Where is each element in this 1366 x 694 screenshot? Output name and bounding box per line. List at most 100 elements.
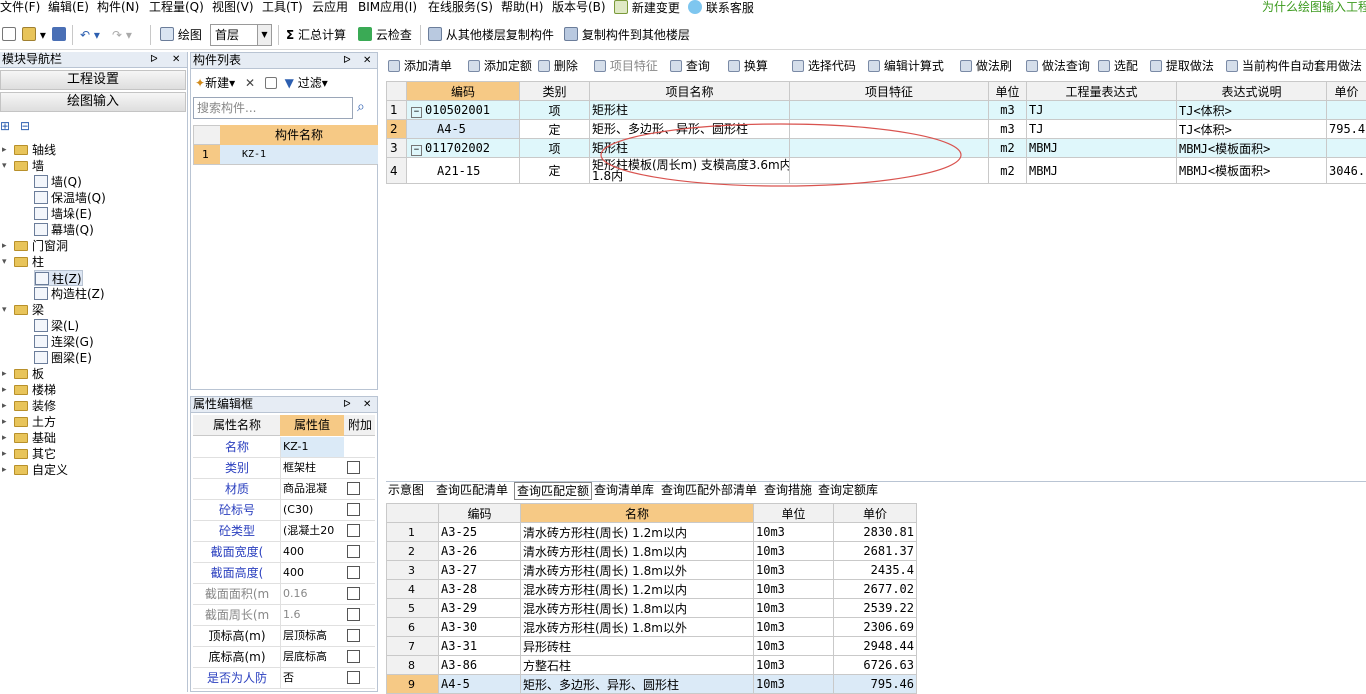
expand-toggle-icon[interactable]: ▾ bbox=[2, 302, 7, 318]
expression-cell[interactable]: TJ bbox=[1027, 120, 1177, 139]
property-extra-checkbox[interactable] bbox=[347, 482, 360, 495]
delete-icon[interactable]: ✕ bbox=[245, 76, 255, 90]
property-value[interactable]: KZ-1 bbox=[280, 437, 344, 457]
property-value[interactable]: 400 bbox=[280, 563, 344, 583]
menu-tools[interactable]: 工具(T) bbox=[262, 0, 303, 18]
menu-edit[interactable]: 编辑(E) bbox=[48, 0, 89, 18]
property-value[interactable]: 否 bbox=[280, 668, 344, 688]
property-row[interactable]: 截面周长(m1.6 bbox=[193, 605, 375, 626]
search-icon[interactable]: ⌕ bbox=[357, 99, 365, 115]
filter-button[interactable]: ▼ 过滤▾ bbox=[285, 76, 328, 90]
property-value[interactable]: 层顶标高 bbox=[280, 626, 344, 646]
code-cell[interactable]: A4-5 bbox=[407, 120, 520, 139]
cloud-check-button[interactable]: 云检查 bbox=[358, 24, 412, 46]
tree-item[interactable]: ▾柱 bbox=[14, 254, 44, 270]
quota-row[interactable]: 9A4-5矩形、多边形、异形、圆形柱10m3795.46 bbox=[387, 675, 917, 694]
menu-help[interactable]: 帮助(H) bbox=[501, 0, 543, 18]
tree-item[interactable]: ▸其它 bbox=[14, 446, 56, 462]
extract-method-button[interactable]: 提取做法 bbox=[1150, 55, 1214, 77]
new-component-button[interactable]: ✦新建▾ bbox=[195, 76, 235, 90]
menu-view[interactable]: 视图(V) bbox=[212, 0, 254, 18]
convert-button[interactable]: 换算 bbox=[728, 55, 768, 77]
auto-apply-button[interactable]: 当前构件自动套用做法 bbox=[1226, 55, 1362, 77]
quota-row[interactable]: 2A3-26清水砖方形柱(周长) 1.8m以内10m32681.37 bbox=[387, 542, 917, 561]
menu-version[interactable]: 版本号(B) bbox=[552, 0, 606, 18]
collapse-all-icon[interactable]: ⊟ bbox=[20, 119, 30, 133]
copy-icon[interactable] bbox=[265, 76, 277, 90]
type-cell[interactable]: 项 bbox=[520, 139, 590, 158]
property-value[interactable]: 商品混凝 bbox=[280, 479, 344, 499]
tree-item[interactable]: ▸装修 bbox=[14, 398, 56, 414]
tree-item[interactable]: 柱(Z) bbox=[34, 270, 83, 286]
property-extra-checkbox[interactable] bbox=[347, 524, 360, 537]
property-extra-checkbox[interactable] bbox=[347, 650, 360, 663]
query-button[interactable]: 查询 bbox=[670, 55, 710, 77]
tab-2[interactable]: 查询匹配定额 bbox=[514, 482, 592, 500]
property-row[interactable]: 类别框架柱 bbox=[193, 458, 375, 479]
property-row[interactable]: 是否为人防否 bbox=[193, 668, 375, 689]
type-cell[interactable]: 项 bbox=[520, 101, 590, 120]
menu-bim[interactable]: BIM应用(I) bbox=[358, 0, 417, 18]
property-value[interactable]: 1.6 bbox=[280, 605, 344, 625]
code-cell[interactable]: A21-15 bbox=[407, 158, 520, 184]
expand-toggle-icon[interactable]: ▸ bbox=[2, 462, 7, 478]
property-row[interactable]: 截面高度(400 bbox=[193, 563, 375, 584]
select-code-button[interactable]: 选择代码 bbox=[792, 55, 856, 77]
expand-toggle-icon[interactable]: ▾ bbox=[2, 158, 7, 174]
method-query-button[interactable]: 做法查询 bbox=[1026, 55, 1090, 77]
tree-item[interactable]: ▾梁 bbox=[14, 302, 44, 318]
tree-item[interactable]: 墙垛(E) bbox=[34, 206, 92, 222]
bill-row[interactable]: 1−010502001项矩形柱m3TJTJ<体积> bbox=[387, 101, 1366, 120]
tab-6[interactable]: 查询定额库 bbox=[818, 482, 878, 500]
sum-calc-button[interactable]: Σ 汇总计算 bbox=[286, 24, 346, 46]
menu-cloud[interactable]: 云应用 bbox=[312, 0, 348, 18]
property-row[interactable]: 顶标高(m)层顶标高 bbox=[193, 626, 375, 647]
component-row[interactable]: 1 KZ-1 bbox=[193, 145, 377, 165]
tree-item[interactable]: ▸门窗洞 bbox=[14, 238, 68, 254]
match-button[interactable]: 选配 bbox=[1098, 55, 1138, 77]
property-extra-checkbox[interactable] bbox=[347, 503, 360, 516]
property-value[interactable]: 0.16 bbox=[280, 584, 344, 604]
quota-row[interactable]: 5A3-29混水砖方形柱(周长) 1.8m以内10m32539.22 bbox=[387, 599, 917, 618]
collapse-icon[interactable]: − bbox=[411, 145, 422, 156]
property-extra-checkbox[interactable] bbox=[347, 461, 360, 474]
property-extra-checkbox[interactable] bbox=[347, 629, 360, 642]
draw-button[interactable]: 绘图 bbox=[160, 24, 202, 46]
expand-toggle-icon[interactable]: ▾ bbox=[2, 254, 7, 270]
property-row[interactable]: 砼类型(混凝土20 bbox=[193, 521, 375, 542]
expression-cell[interactable]: MBMJ bbox=[1027, 139, 1177, 158]
property-row[interactable]: 截面宽度(400 bbox=[193, 542, 375, 563]
close-icon[interactable]: ✕ bbox=[363, 397, 371, 412]
tree-item[interactable]: 幕墙(Q) bbox=[34, 222, 94, 238]
tab-1[interactable]: 查询匹配清单 bbox=[436, 482, 508, 500]
tree-item[interactable]: ▸自定义 bbox=[14, 462, 68, 478]
quota-row[interactable]: 6A3-30混水砖方形柱(周长) 1.8m以外10m32306.69 bbox=[387, 618, 917, 637]
expand-toggle-icon[interactable]: ▸ bbox=[2, 142, 7, 158]
tab-3[interactable]: 查询清单库 bbox=[594, 482, 654, 500]
tree-item[interactable]: ▾墙 bbox=[14, 158, 44, 174]
collapse-icon[interactable]: − bbox=[411, 107, 422, 118]
save-icon[interactable] bbox=[52, 24, 66, 46]
expression-cell[interactable]: MBMJ bbox=[1027, 158, 1177, 184]
expand-toggle-icon[interactable]: ▸ bbox=[2, 446, 7, 462]
unit-cell[interactable]: m3 bbox=[989, 120, 1027, 139]
quota-row[interactable]: 1A3-25清水砖方形柱(周长) 1.2m以内10m32830.81 bbox=[387, 523, 917, 542]
property-extra-checkbox[interactable] bbox=[347, 566, 360, 579]
search-input[interactable]: 搜索构件... bbox=[193, 97, 353, 119]
property-value[interactable]: 层底标高 bbox=[280, 647, 344, 667]
menu-component[interactable]: 构件(N) bbox=[97, 0, 139, 18]
menu-online[interactable]: 在线服务(S) bbox=[428, 0, 493, 18]
unit-cell[interactable]: m2 bbox=[989, 158, 1027, 184]
expand-toggle-icon[interactable]: ▸ bbox=[2, 414, 7, 430]
expand-toggle-icon[interactable]: ▸ bbox=[2, 430, 7, 446]
pin-icon[interactable]: ᐅ bbox=[343, 397, 351, 412]
tree-item[interactable]: ▸基础 bbox=[14, 430, 56, 446]
code-cell[interactable]: −011702002 bbox=[407, 139, 520, 158]
expand-toggle-icon[interactable]: ▸ bbox=[2, 382, 7, 398]
expand-toggle-icon[interactable]: ▸ bbox=[2, 398, 7, 414]
unit-cell[interactable]: m3 bbox=[989, 101, 1027, 120]
property-row[interactable]: 底标高(m)层底标高 bbox=[193, 647, 375, 668]
tree-item[interactable]: 保温墙(Q) bbox=[34, 190, 106, 206]
menu-new-change[interactable]: 新建变更 bbox=[614, 0, 680, 18]
tree-item[interactable]: 连梁(G) bbox=[34, 334, 94, 350]
